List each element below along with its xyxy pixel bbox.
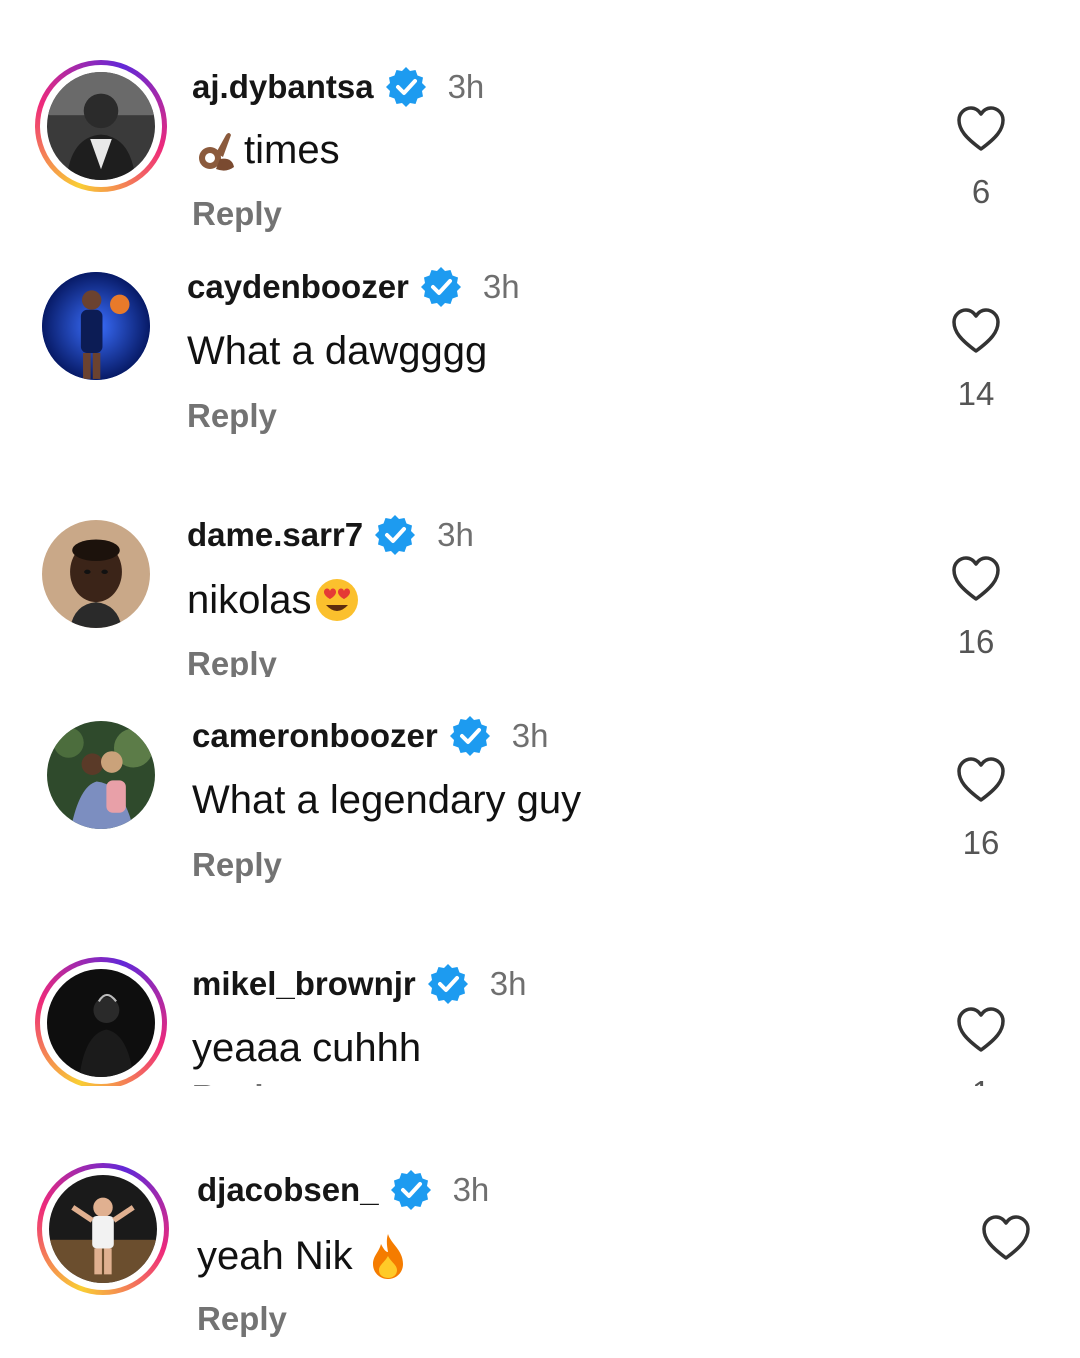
like-heart-icon[interactable] [981,1214,1031,1262]
comment-item: aj.dybantsa 3h times Reply 6 [0,55,1080,255]
avatar[interactable] [47,969,155,1077]
reply-button[interactable]: Reply [197,1300,287,1338]
reply-button[interactable]: Reply [192,1078,282,1086]
username[interactable]: aj.dybantsa [192,68,374,106]
avatar[interactable] [42,520,150,628]
comment-text: What a dawgggg [187,329,488,373]
verified-badge-icon [449,716,490,756]
like-heart-icon[interactable] [956,1006,1006,1054]
like-count: 16 [957,623,995,660]
like-count: 6 [971,173,991,210]
like-count: 16 [962,824,1000,861]
username[interactable]: mikel_brownjr [192,965,416,1003]
verified-badge-icon [427,964,468,1004]
reply-button[interactable]: Reply [192,195,282,233]
timestamp: 3h [482,268,520,305]
timestamp: 3h [447,68,485,105]
story-ring[interactable] [37,1163,169,1295]
comment-item: cameronboozer 3h What a legendary guy Re… [0,704,1080,904]
like-heart-icon[interactable] [956,105,1006,153]
username[interactable]: cameronboozer [192,717,438,755]
comment-item: mikel_brownjr 3h yeaaa cuhhh Reply 1 [0,952,1080,1086]
username[interactable]: dame.sarr7 [187,516,363,554]
timestamp: 3h [452,1171,490,1208]
comment-text-row: yeah Nik [197,1232,409,1280]
comment-text-row: nikolas [187,577,360,623]
comment-text: yeah Nik [197,1233,353,1278]
comment-item: dame.sarr7 3h nikolas Reply 16 [0,503,1080,677]
comment-text: nikolas [187,577,312,622]
comment-text: yeaaa cuhhh [192,1026,422,1070]
timestamp: 3h [437,516,474,553]
like-heart-icon[interactable] [951,555,1001,603]
like-count: 14 [957,375,995,412]
username[interactable]: djacobsen_ [197,1171,379,1209]
avatar[interactable] [47,72,155,180]
comment-text: What a legendary guy [192,778,582,822]
like-count: 1 [951,1074,1011,1086]
reply-button[interactable]: Reply [192,846,282,884]
ok-hand-emoji-icon [196,127,238,173]
story-ring[interactable] [35,60,167,192]
avatar[interactable] [42,272,150,380]
username[interactable]: caydenboozer [187,268,409,306]
comment-item: caydenboozer 3h What a dawgggg Reply 14 [0,255,1080,455]
timestamp: 3h [511,717,549,754]
fire-emoji-icon [367,1232,409,1280]
verified-badge-icon [385,67,426,107]
like-heart-icon[interactable] [956,756,1006,804]
verified-badge-icon [375,515,416,555]
story-ring[interactable] [35,957,167,1086]
heart-eyes-emoji-icon [314,577,360,623]
avatar[interactable] [49,1175,157,1283]
like-heart-icon[interactable] [951,307,1001,355]
comment-text: times [244,127,340,172]
verified-badge-icon [390,1170,431,1210]
comment-item: djacobsen_ 3h yeah Nik Reply [0,1158,1080,1358]
reply-button[interactable]: Reply [187,397,277,435]
comment-text-row: times [196,127,340,173]
reply-button[interactable]: Reply [187,645,277,677]
verified-badge-icon [420,267,461,307]
avatar[interactable] [47,721,155,829]
timestamp: 3h [489,965,527,1002]
